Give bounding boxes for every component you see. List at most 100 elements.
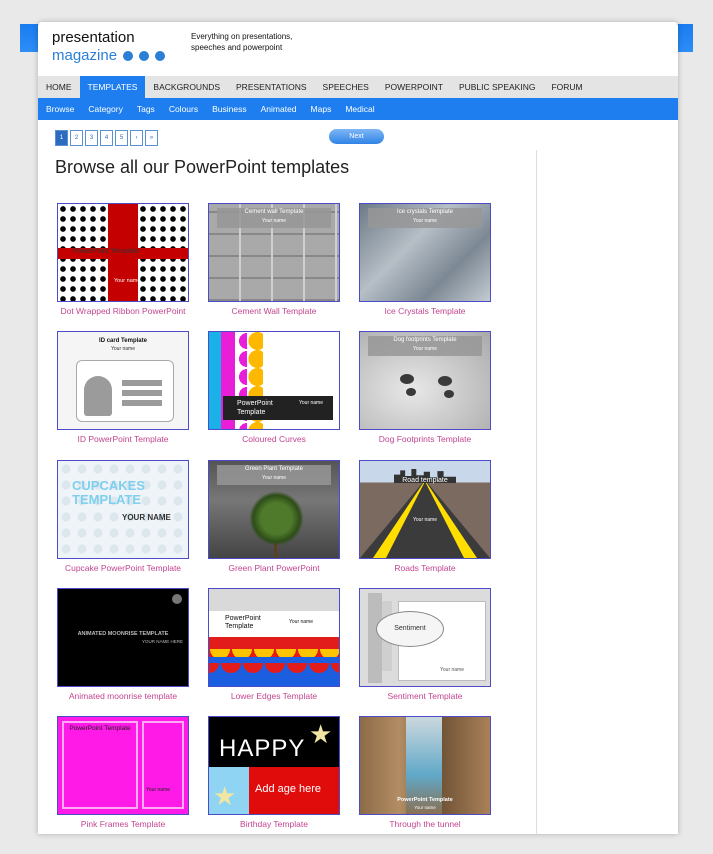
thumb-subtitle: YOUR NAME (122, 513, 171, 522)
logo-line1: presentation (52, 29, 135, 46)
template-tile[interactable]: PowerPoint Template Your name Coloured Cu… (199, 331, 349, 445)
thumb-subtitle: Your name (111, 346, 135, 352)
subnav-browse[interactable]: Browse (38, 98, 80, 120)
template-caption[interactable]: Dot Wrapped Ribbon PowerPoint (48, 305, 198, 317)
subnav-animated[interactable]: Animated (253, 98, 303, 120)
template-caption[interactable]: Birthday Template (199, 818, 349, 830)
next-page-link[interactable]: › (130, 130, 143, 146)
template-thumbnail[interactable]: ID card Template Your name (57, 331, 189, 430)
nav-templates[interactable]: TEMPLATES (79, 76, 146, 98)
template-tile[interactable]: PowerPoint Template Your name Lower Edge… (199, 588, 349, 702)
nav-forum[interactable]: FORUM (543, 76, 590, 98)
template-caption[interactable]: Ice Crystals Template (350, 305, 500, 317)
thumb-subtitle: Your name (413, 517, 437, 523)
template-thumbnail[interactable]: Dog footprints Template Your name (359, 331, 491, 430)
star-icon: ★ (213, 781, 237, 811)
template-thumbnail[interactable]: Cement wall Template Your name (208, 203, 340, 302)
template-tile[interactable]: ID card Template Your name ID PowerPoint… (48, 331, 198, 445)
page-link[interactable]: 4 (100, 130, 113, 146)
template-caption[interactable]: Green Plant PowerPoint (199, 562, 349, 574)
template-caption[interactable]: Roads Template (350, 562, 500, 574)
template-tile[interactable]: Cement wall Template Your name Cement Wal… (199, 203, 349, 317)
sub-nav: Browse Category Tags Colours Business An… (38, 98, 678, 120)
person-icon (84, 376, 112, 416)
subnav-tags[interactable]: Tags (129, 98, 161, 120)
thumb-subtitle: Your name (289, 619, 313, 625)
nav-public-speaking[interactable]: PUBLIC SPEAKING (451, 76, 544, 98)
nav-speeches[interactable]: SPEECHES (315, 76, 377, 98)
template-caption[interactable]: Pink Frames Template (48, 818, 198, 830)
subnav-category[interactable]: Category (80, 98, 129, 120)
template-caption[interactable]: Through the tunnel (350, 818, 500, 830)
template-tile[interactable]: PowerPoint Template Your name Dot Wrappe… (48, 203, 198, 317)
template-thumbnail[interactable]: Sentiment Your name (359, 588, 491, 687)
template-caption[interactable]: Dog Footprints Template (350, 433, 500, 445)
subnav-maps[interactable]: Maps (303, 98, 338, 120)
site-logo[interactable]: presentation magazine (52, 29, 166, 65)
page-link[interactable]: 1 (55, 130, 68, 146)
thumb-title: ID card Template (99, 338, 147, 344)
thumb-title: PowerPoint Template (397, 797, 453, 803)
template-thumbnail[interactable]: HAPPY Add age here ★ ★ (208, 716, 340, 815)
thumb-title: CUPCAKES TEMPLATE (72, 478, 145, 507)
thumb-subtitle: Your name (414, 805, 436, 810)
nav-home[interactable]: HOME (38, 76, 80, 98)
page-link[interactable]: 3 (85, 130, 98, 146)
template-caption[interactable]: Cement Wall Template (199, 305, 349, 317)
template-tile[interactable]: PowerPoint Template Your name Pink Frame… (48, 716, 198, 830)
template-thumbnail[interactable]: PowerPoint Template Your name (208, 331, 340, 430)
template-tile[interactable]: PowerPoint Template Your name Through th… (350, 716, 500, 830)
next-button[interactable]: Next (329, 129, 384, 144)
thumb-title: PowerPoint Template (225, 615, 261, 630)
template-caption[interactable]: Cupcake PowerPoint Template (48, 562, 198, 574)
template-thumbnail[interactable]: PowerPoint Template Your name (57, 716, 189, 815)
template-thumbnail[interactable]: Green Plant Template Your name (208, 460, 340, 559)
thumb-subtitle: YOUR NAME HERE (141, 639, 183, 644)
thumb-label: Cement wall Template Your name (217, 208, 331, 228)
thumb-label: Ice crystals Template Your name (368, 208, 482, 228)
thumb-subtitle: Your name (440, 667, 464, 673)
template-tile[interactable]: Road template Your name Roads Template (350, 460, 500, 574)
site-tagline: Everything on presentations, speeches an… (191, 32, 293, 52)
template-caption[interactable]: Coloured Curves (199, 433, 349, 445)
nav-powerpoint[interactable]: POWERPOINT (377, 76, 451, 98)
last-page-link[interactable]: » (145, 130, 158, 146)
nav-presentations[interactable]: PRESENTATIONS (228, 76, 315, 98)
template-thumbnail[interactable]: PowerPoint Template Your name (359, 716, 491, 815)
logo-line2: magazine (52, 47, 166, 65)
template-caption[interactable]: Animated moonrise template (48, 690, 198, 702)
template-tile[interactable]: Sentiment Your name Sentiment Template (350, 588, 500, 702)
template-thumbnail[interactable]: CUPCAKES TEMPLATE YOUR NAME (57, 460, 189, 559)
thumb-subtitle: Your name (146, 787, 170, 793)
template-caption[interactable]: Lower Edges Template (199, 690, 349, 702)
template-thumbnail[interactable]: Road template Your name (359, 460, 491, 559)
subnav-business[interactable]: Business (204, 98, 253, 120)
thumb-title: Sentiment (376, 611, 444, 647)
sidebar-divider (536, 150, 537, 834)
thumb-title: ANIMATED MOONRISE TEMPLATE (77, 631, 169, 637)
thumb-subtitle: Add age here (255, 783, 322, 795)
moon-icon (172, 594, 182, 604)
template-thumbnail[interactable]: PowerPoint Template Your name (208, 588, 340, 687)
template-thumbnail[interactable]: Ice crystals Template Your name (359, 203, 491, 302)
star-icon: ★ (309, 719, 333, 749)
template-thumbnail[interactable]: PowerPoint Template Your name (57, 203, 189, 302)
template-tile[interactable]: Ice crystals Template Your name Ice Cryst… (350, 203, 500, 317)
thumb-title: PowerPoint Template (69, 725, 131, 732)
template-tile[interactable]: Dog footprints Template Your name Dog Foo… (350, 331, 500, 445)
subnav-colours[interactable]: Colours (161, 98, 204, 120)
thumb-title: Road template (402, 477, 448, 484)
template-caption[interactable]: Sentiment Template (350, 690, 500, 702)
thumb-subtitle: Your name (114, 278, 141, 284)
template-thumbnail[interactable]: ANIMATED MOONRISE TEMPLATE YOUR NAME HER… (57, 588, 189, 687)
template-tile[interactable]: Green Plant Template Your name Green Plan… (199, 460, 349, 574)
page-link[interactable]: 5 (115, 130, 128, 146)
template-tile[interactable]: HAPPY Add age here ★ ★ Birthday Template (199, 716, 349, 830)
nav-backgrounds[interactable]: BACKGROUNDS (145, 76, 228, 98)
template-tile[interactable]: ANIMATED MOONRISE TEMPLATE YOUR NAME HER… (48, 588, 198, 702)
subnav-medical[interactable]: Medical (337, 98, 380, 120)
thumb-ribbon: PowerPoint Template Your name (223, 396, 333, 420)
page-link[interactable]: 2 (70, 130, 83, 146)
template-tile[interactable]: CUPCAKES TEMPLATE YOUR NAME Cupcake Powe… (48, 460, 198, 574)
template-caption[interactable]: ID PowerPoint Template (48, 433, 198, 445)
